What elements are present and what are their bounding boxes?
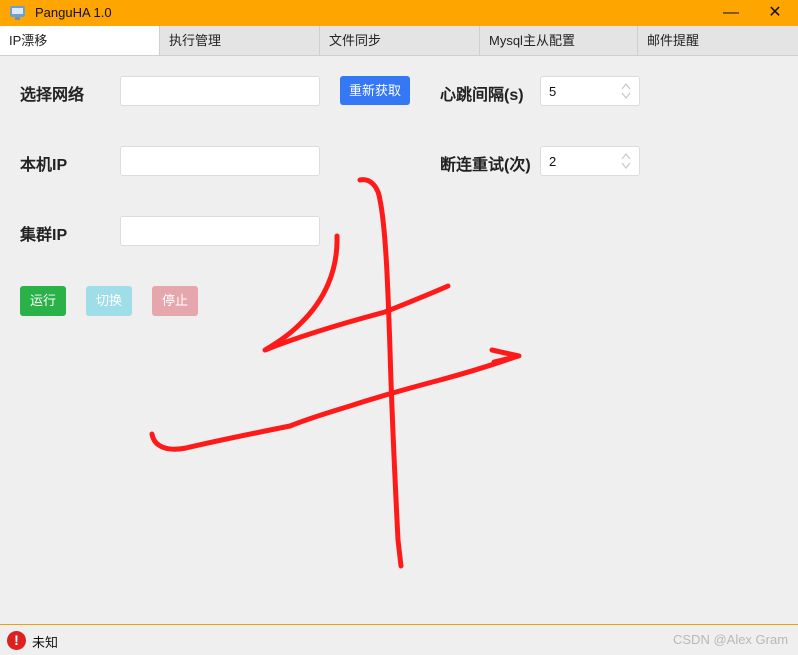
tab-mysql-config[interactable]: Mysql主从配置 xyxy=(480,26,638,55)
heartbeat-spinbox[interactable]: 5 xyxy=(540,76,640,106)
spin-arrows-icon[interactable] xyxy=(620,151,632,171)
app-icon xyxy=(10,6,25,20)
cluster-ip-input[interactable] xyxy=(120,216,320,246)
local-ip-label: 本机IP xyxy=(20,157,68,174)
spin-arrows-icon[interactable] xyxy=(620,81,632,101)
retry-value: 2 xyxy=(549,154,557,169)
network-select[interactable] xyxy=(120,76,320,106)
status-text: 未知 xyxy=(32,635,59,650)
tab-mail-alert[interactable]: 邮件提醒 xyxy=(638,26,798,55)
stop-button[interactable]: 停止 xyxy=(152,286,198,316)
retry-label: 断连重试(次) xyxy=(440,157,531,174)
heartbeat-label: 心跳间隔(s) xyxy=(440,87,524,104)
tab-bar: IP漂移 执行管理 文件同步 Mysql主从配置 邮件提醒 xyxy=(0,26,798,56)
minimize-button[interactable]: — xyxy=(718,3,744,23)
close-button[interactable]: ✕ xyxy=(762,3,788,23)
watermark: CSDN @Alex Gram xyxy=(673,632,789,647)
cluster-ip-label: 集群IP xyxy=(20,227,68,244)
run-button[interactable]: 运行 xyxy=(20,286,66,316)
network-label: 选择网络 xyxy=(20,87,85,104)
title-bar: PanguHA 1.0 — ✕ xyxy=(0,0,798,26)
tab-file-sync[interactable]: 文件同步 xyxy=(320,26,480,55)
tab-exec-manage[interactable]: 执行管理 xyxy=(160,26,320,55)
local-ip-input[interactable] xyxy=(120,146,320,176)
refresh-button[interactable]: 重新获取 xyxy=(340,76,410,105)
heartbeat-value: 5 xyxy=(549,84,557,99)
retry-spinbox[interactable]: 2 xyxy=(540,146,640,176)
switch-button[interactable]: 切换 xyxy=(86,286,132,316)
tab-ip-drift[interactable]: IP漂移 xyxy=(0,26,160,55)
window-title: PanguHA 1.0 xyxy=(35,5,112,20)
error-icon: ! xyxy=(7,631,26,650)
status-bar: ! 未知 CSDN @Alex Gram xyxy=(0,624,798,655)
